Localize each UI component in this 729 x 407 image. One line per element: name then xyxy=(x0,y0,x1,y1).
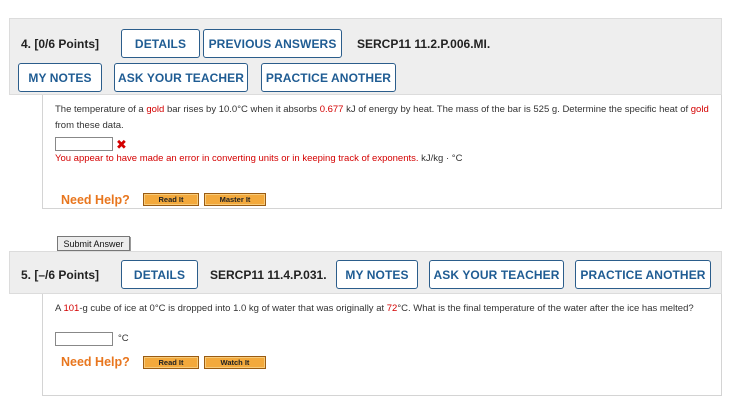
ice-mass-value: 101 xyxy=(63,303,80,314)
practice-another-button[interactable]: PRACTICE ANOTHER xyxy=(261,63,396,92)
problem-code: SERCP11 11.4.P.031. xyxy=(210,268,327,282)
incorrect-x-icon: ✖ xyxy=(116,137,127,152)
question-content: The temperature of a gold bar rises by 1… xyxy=(42,95,722,251)
question-4: 4. [0/6 Points] DETAILS PREVIOUS ANSWERS… xyxy=(9,18,722,251)
submit-answer-button[interactable]: Submit Answer xyxy=(57,236,130,251)
need-help-label: Need Help? xyxy=(61,355,130,369)
my-notes-button[interactable]: MY NOTES xyxy=(336,260,418,289)
question-header-bar: 4. [0/6 Points] DETAILS PREVIOUS ANSWERS… xyxy=(9,18,722,95)
answer-unit: kJ/kg · °C xyxy=(421,153,463,164)
question-content: A 101-g cube of ice at 0°C is dropped in… xyxy=(42,294,722,396)
energy-value: 0.677 xyxy=(319,104,344,115)
question-5: 5. [–/6 Points] DETAILS SERCP11 11.4.P.0… xyxy=(9,251,722,396)
answer-input[interactable] xyxy=(55,137,113,151)
answer-input[interactable] xyxy=(55,332,113,346)
feedback-message: You appear to have made an error in conv… xyxy=(55,153,463,164)
ask-your-teacher-button[interactable]: ASK YOUR TEACHER xyxy=(429,260,564,289)
watch-it-button[interactable]: Watch It xyxy=(204,356,266,369)
question-text: The temperature of a gold bar rises by 1… xyxy=(55,104,709,131)
answer-unit: °C xyxy=(118,333,129,344)
ask-your-teacher-button[interactable]: ASK YOUR TEACHER xyxy=(114,63,248,92)
read-it-button[interactable]: Read It xyxy=(143,193,199,206)
element-name: gold xyxy=(146,104,165,115)
practice-another-button[interactable]: PRACTICE ANOTHER xyxy=(575,260,711,289)
previous-answers-button[interactable]: PREVIOUS ANSWERS xyxy=(203,29,342,58)
details-button[interactable]: DETAILS xyxy=(121,260,198,289)
question-text: A 101-g cube of ice at 0°C is dropped in… xyxy=(55,303,694,314)
question-number-points: 4. [0/6 Points] xyxy=(21,37,100,51)
read-it-button[interactable]: Read It xyxy=(143,356,199,369)
question-header-bar: 5. [–/6 Points] DETAILS SERCP11 11.4.P.0… xyxy=(9,251,722,294)
element-name: gold xyxy=(690,104,709,115)
details-button[interactable]: DETAILS xyxy=(121,29,200,58)
my-notes-button[interactable]: MY NOTES xyxy=(18,63,102,92)
water-temp-value: 72 xyxy=(386,303,398,314)
need-help-label: Need Help? xyxy=(61,193,130,207)
master-it-button[interactable]: Master It xyxy=(204,193,266,206)
question-number-points: 5. [–/6 Points] xyxy=(21,268,100,282)
problem-code: SERCP11 11.2.P.006.MI. xyxy=(357,37,491,51)
